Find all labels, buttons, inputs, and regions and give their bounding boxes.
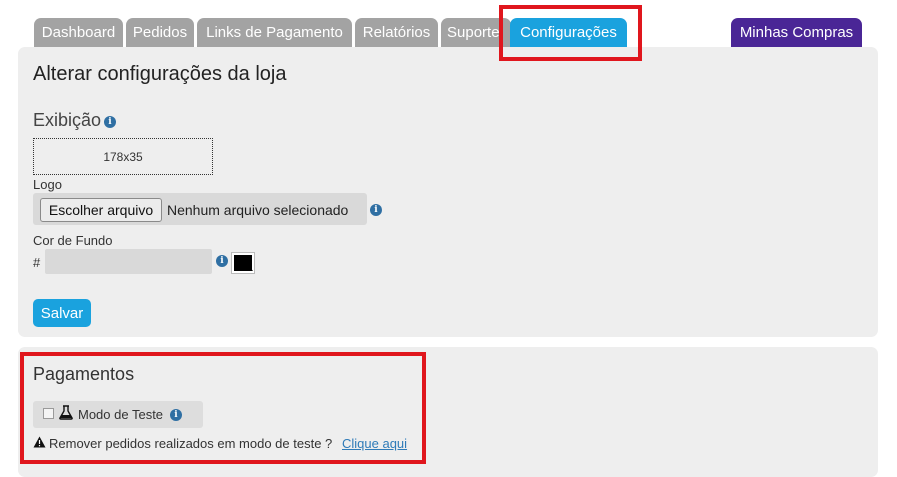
tab-dashboard[interactable]: Dashboard	[34, 18, 123, 47]
display-heading: Exibição	[33, 110, 102, 130]
page-title: Alterar configurações da loja	[33, 63, 287, 85]
info-icon[interactable]: i	[104, 116, 116, 128]
chevron-icon	[247, 267, 253, 271]
tab-pedidos[interactable]: Pedidos	[126, 18, 194, 47]
color-picker[interactable]	[231, 252, 255, 274]
choose-file-button[interactable]: Escolher arquivo	[40, 198, 162, 222]
info-icon[interactable]: i	[216, 255, 228, 267]
tab-links-de-pagamento[interactable]: Links de Pagamento	[197, 18, 352, 47]
bg-color-input[interactable]	[45, 249, 212, 274]
file-status: Nenhum arquivo selecionado	[167, 202, 349, 218]
logo-preview: 178x35	[33, 138, 213, 175]
store-settings-panel	[18, 47, 878, 337]
save-button[interactable]: Salvar	[33, 299, 91, 327]
tab-relatorios[interactable]: Relatórios	[355, 18, 438, 47]
my-purchases-button[interactable]: Minhas Compras	[731, 18, 862, 47]
highlight-box	[20, 352, 426, 464]
bg-color-label: Cor de Fundo	[33, 233, 113, 248]
logo-label: Logo	[33, 177, 62, 192]
info-icon[interactable]: i	[370, 204, 382, 216]
hash-prefix: #	[33, 255, 41, 270]
highlight-box	[499, 5, 642, 61]
